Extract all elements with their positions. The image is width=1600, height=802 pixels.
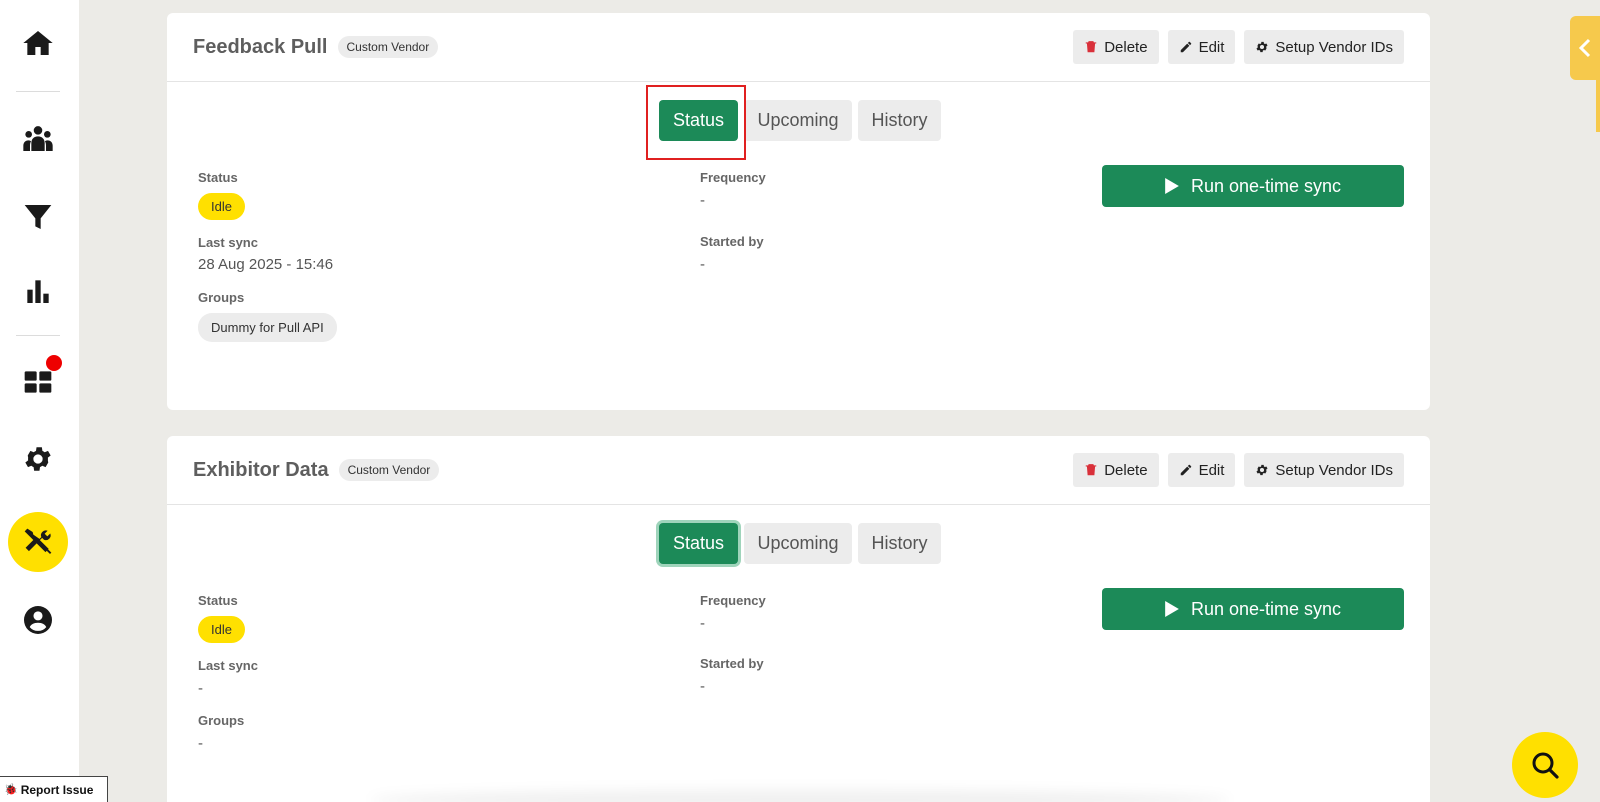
tools-icon [24,528,52,554]
setup-vendor-ids-label: Setup Vendor IDs [1275,38,1393,56]
sidebar-divider [16,335,60,336]
delete-button[interactable]: Delete [1073,453,1159,487]
last-sync-value: - [198,680,203,697]
run-one-time-sync-button[interactable]: Run one-time sync [1102,165,1404,207]
play-icon [1165,178,1179,194]
report-issue-button[interactable]: 🐞 Report Issue [0,776,108,802]
gear-icon [1256,41,1268,53]
setup-vendor-ids-button[interactable]: Setup Vendor IDs [1244,453,1404,487]
card-tabs: Status Upcoming History [167,100,1430,141]
started-by-label: Started by [700,656,764,671]
account-icon [23,606,52,634]
gear-icon [25,447,51,471]
delete-label: Delete [1104,461,1148,479]
pencil-icon [1180,464,1191,476]
sidebar [0,0,79,802]
started-by-value: - [700,256,705,273]
chevron-left-icon [1578,38,1591,58]
dashboard-icon [24,371,52,393]
status-label: Status [198,593,238,608]
vendor-type-badge: Custom Vendor [338,459,440,481]
sidebar-item-filter[interactable] [8,187,68,247]
delete-button[interactable]: Delete [1073,30,1159,64]
started-by-value: - [700,678,705,695]
groups-label: Groups [198,290,245,305]
card-title: Exhibitor Data [193,458,329,481]
panel-edge [1596,80,1600,132]
card-header: Feedback Pull Custom Vendor Delete Edit … [167,13,1430,82]
card-actions: Delete Edit Setup Vendor IDs [1073,453,1404,487]
card-title: Feedback Pull [193,35,328,58]
search-icon [1532,752,1559,779]
status-label: Status [198,170,238,185]
people-icon [23,126,53,151]
edit-label: Edit [1198,461,1225,479]
vendor-card: Feedback Pull Custom Vendor Delete Edit … [167,13,1430,410]
tab-history[interactable]: History [858,100,941,141]
sidebar-item-analytics[interactable] [8,261,68,321]
sidebar-item-home[interactable] [8,13,68,73]
card-header: Exhibitor Data Custom Vendor Delete Edit… [167,436,1430,505]
edit-label: Edit [1198,38,1225,56]
tab-upcoming[interactable]: Upcoming [744,523,852,564]
frequency-value: - [700,615,705,632]
status-badge: Idle [198,616,245,643]
sidebar-divider [16,91,60,92]
trash-icon [1085,464,1097,476]
frequency-label: Frequency [700,593,766,608]
edit-button[interactable]: Edit [1167,453,1236,487]
card-tabs: Status Upcoming History [167,523,1430,564]
frequency-value: - [700,192,705,209]
frequency-label: Frequency [700,170,766,185]
panel-toggle-button[interactable] [1570,16,1600,80]
trash-icon [1085,41,1097,53]
setup-vendor-ids-label: Setup Vendor IDs [1275,461,1393,479]
vendor-card: Exhibitor Data Custom Vendor Delete Edit… [167,436,1430,802]
edit-button[interactable]: Edit [1167,30,1236,64]
group-chip: Dummy for Pull API [198,313,337,342]
highlight-box [646,85,746,160]
last-sync-value: 28 Aug 2025 - 15:46 [198,256,334,273]
bar-chart-icon [27,280,49,303]
notification-dot [46,355,62,371]
run-one-time-sync-label: Run one-time sync [1190,175,1342,196]
home-icon [23,31,53,55]
sidebar-item-tools[interactable] [8,512,68,572]
setup-vendor-ids-button[interactable]: Setup Vendor IDs [1244,30,1404,64]
last-sync-label: Last sync [198,235,258,250]
card-actions: Delete Edit Setup Vendor IDs [1073,30,1404,64]
groups-value: - [198,735,203,752]
gear-icon [1256,464,1268,476]
tab-upcoming[interactable]: Upcoming [744,100,852,141]
run-one-time-sync-label: Run one-time sync [1190,598,1342,619]
filter-icon [24,205,52,229]
tab-history[interactable]: History [858,523,941,564]
run-one-time-sync-button[interactable]: Run one-time sync [1102,588,1404,630]
search-button[interactable] [1512,732,1578,798]
sidebar-item-account[interactable] [8,590,68,650]
report-issue-label: Report Issue [20,782,94,797]
play-icon [1165,601,1179,617]
status-badge: Idle [198,193,245,220]
vendor-type-badge: Custom Vendor [337,36,439,58]
sidebar-item-settings[interactable] [8,429,68,489]
started-by-label: Started by [700,234,764,249]
sidebar-item-people[interactable] [8,109,68,169]
last-sync-label: Last sync [198,658,258,673]
delete-label: Delete [1104,38,1148,56]
groups-label: Groups [198,713,245,728]
pencil-icon [1180,41,1191,53]
tab-status[interactable]: Status [659,523,738,564]
bug-icon: 🐞 [4,784,18,796]
